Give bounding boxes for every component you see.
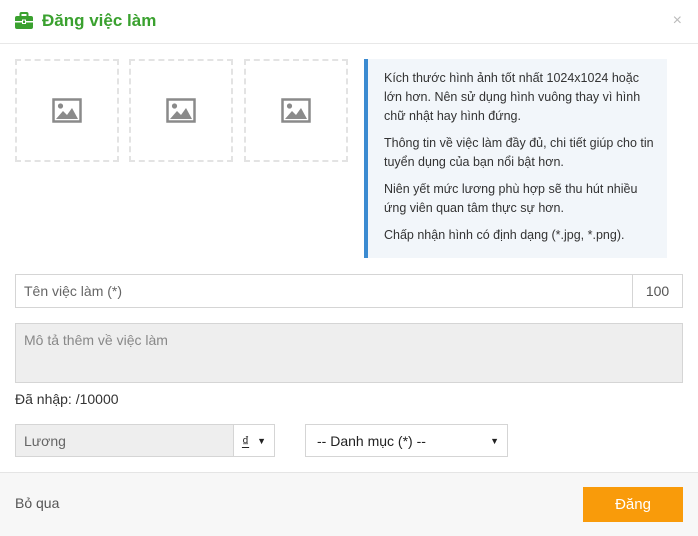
dialog-title: Đăng việc làm — [42, 11, 157, 30]
briefcase-icon — [15, 12, 33, 29]
tip-salary: Niên yết mức lương phù hợp sẽ thu hút nh… — [384, 182, 638, 215]
caret-down-icon: ▼ — [257, 435, 267, 446]
dialog-header: Đăng việc làm × — [0, 0, 698, 44]
tip-file-format: Chấp nhận hình có định dạng (*.jpg, *.pn… — [384, 228, 625, 242]
image-placeholder-icon — [52, 98, 82, 123]
tips-panel: Kích thước hình ảnh tốt nhất 1024x1024 h… — [364, 59, 667, 258]
job-title-group: 100 — [15, 274, 683, 308]
skip-link[interactable]: Bỏ qua — [15, 495, 59, 511]
image-upload-slot-2[interactable] — [129, 59, 233, 162]
caret-down-icon: ▼ — [490, 435, 499, 446]
image-placeholder-icon — [166, 98, 196, 123]
job-description-textarea[interactable] — [15, 323, 683, 383]
currency-symbol: ₫ — [241, 432, 250, 449]
dialog-title-wrap: Đăng việc làm — [14, 11, 156, 31]
tip-image-size: Kích thước hình ảnh tốt nhất 1024x1024 h… — [384, 71, 641, 123]
category-selected-value: -- Danh mục (*) -- — [317, 432, 426, 449]
salary-group: ₫ ▼ — [15, 424, 275, 457]
image-upload-slot-1[interactable] — [15, 59, 119, 162]
job-title-input[interactable] — [16, 275, 632, 307]
tip-detail-info: Thông tin về việc làm đầy đủ, chi tiết g… — [384, 136, 654, 169]
image-placeholder-icon — [281, 98, 311, 123]
salary-input[interactable] — [16, 425, 233, 456]
category-select[interactable]: -- Danh mục (*) -- ▼ — [305, 424, 508, 457]
job-title-char-counter: 100 — [632, 275, 682, 307]
description-char-count: Đã nhập: /10000 — [15, 391, 119, 407]
close-icon[interactable]: × — [673, 13, 682, 29]
image-upload-slot-3[interactable] — [244, 59, 348, 162]
dialog-footer: Bỏ qua Đăng — [0, 472, 698, 536]
currency-select[interactable]: ₫ ▼ — [233, 425, 274, 456]
submit-button[interactable]: Đăng — [583, 487, 683, 522]
